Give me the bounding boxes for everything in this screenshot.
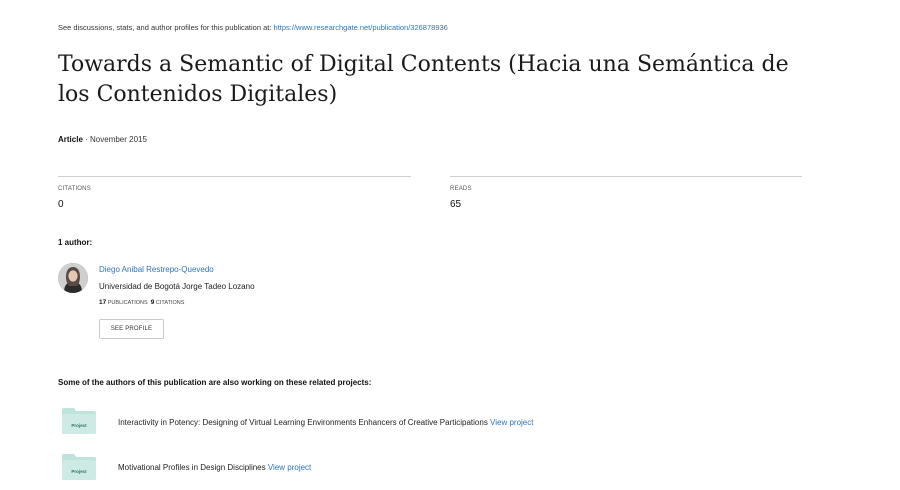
reads-divider xyxy=(450,176,802,177)
avatar-photo-icon xyxy=(58,263,88,293)
reads-label: READS xyxy=(450,186,472,192)
author-publications-label: PUBLICATIONS xyxy=(107,300,148,306)
citations-label: CITATIONS xyxy=(58,186,91,192)
project-title: Motivational Profiles in Design Discipli… xyxy=(118,463,268,472)
publication-date: November 2015 xyxy=(90,135,147,144)
project-title: Interactivity in Potency: Designing of V… xyxy=(118,418,491,427)
project-icon-label: Project xyxy=(71,469,87,474)
project-folder-icon: Project xyxy=(62,408,96,434)
view-project-link[interactable]: View project xyxy=(268,463,311,472)
related-projects-heading: Some of the authors of this publication … xyxy=(58,378,372,387)
author-avatar[interactable] xyxy=(58,263,88,293)
author-citations-count: 9 xyxy=(150,299,155,306)
project-item: Motivational Profiles in Design Discipli… xyxy=(118,463,311,472)
project-item: Interactivity in Potency: Designing of V… xyxy=(118,418,533,427)
author-stats: 17 PUBLICATIONS 9 CITATIONS xyxy=(99,299,184,306)
meta-separator: · xyxy=(82,135,91,144)
publication-title: Towards a Semantic of Digital Contents (… xyxy=(58,52,789,107)
author-institution: Universidad de Bogotá Jorge Tadeo Lozano xyxy=(99,282,255,291)
view-project-link[interactable]: View project xyxy=(490,418,533,427)
see-profile-button[interactable]: SEE PROFILE xyxy=(99,319,164,339)
publication-meta: Article · November 2015 xyxy=(58,135,147,144)
discussion-note-text: See discussions, stats, and author profi… xyxy=(58,23,274,32)
author-name-link[interactable]: Diego Anibal Restrepo-Quevedo xyxy=(99,265,214,274)
publication-url-link[interactable]: https://www.researchgate.net/publication… xyxy=(274,23,448,32)
citations-divider xyxy=(58,176,411,177)
project-icon-label: Project xyxy=(71,423,87,428)
project-folder-icon: Project xyxy=(62,454,96,480)
authors-heading: 1 author: xyxy=(58,238,93,247)
discussion-note: See discussions, stats, and author profi… xyxy=(58,23,448,32)
author-publications-count: 17 xyxy=(99,299,107,306)
reads-value: 65 xyxy=(450,199,462,210)
citations-value: 0 xyxy=(58,199,64,210)
publication-type: Article xyxy=(58,135,83,144)
author-citations-label: CITATIONS xyxy=(155,300,185,306)
